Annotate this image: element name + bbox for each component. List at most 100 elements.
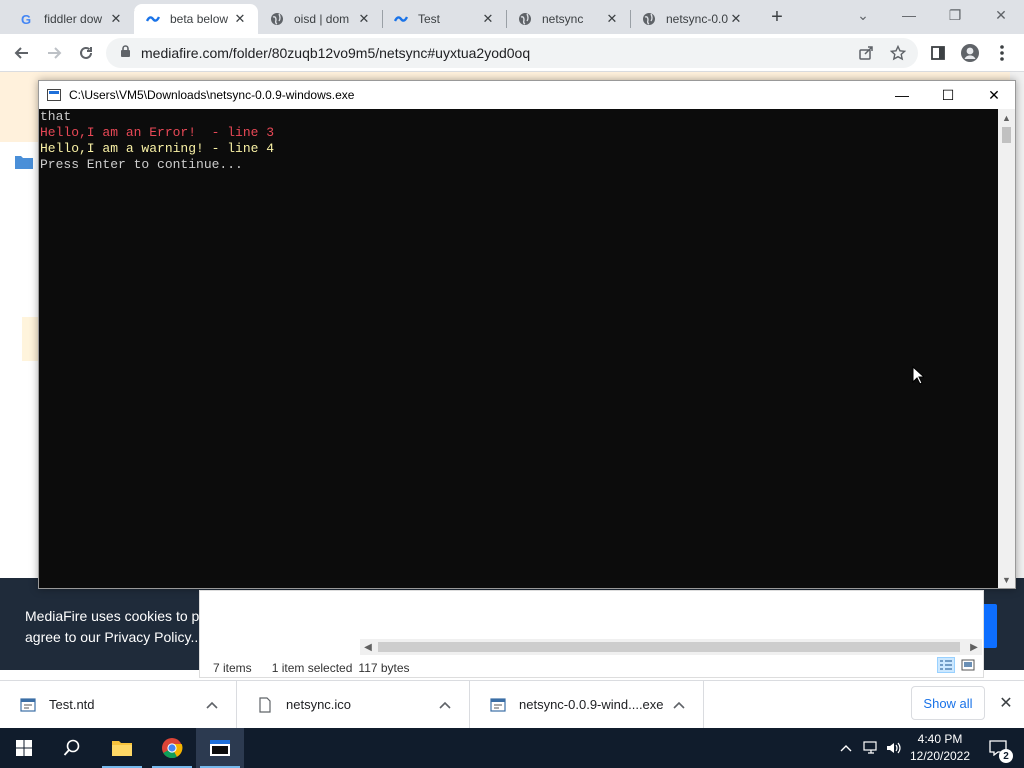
exe-icon: [490, 697, 506, 713]
download-shelf: Test.ntd netsync.ico netsync-0.0.9-wind.…: [0, 680, 1024, 728]
console-minimize-icon[interactable]: —: [879, 81, 925, 109]
download-name: Test.ntd: [49, 697, 95, 712]
close-window-icon[interactable]: ✕: [978, 0, 1024, 30]
selection-count: 1 item selected: [271, 661, 353, 675]
tab-search-icon[interactable]: ⌄: [840, 0, 886, 30]
horizontal-scrollbar[interactable]: ◀ ▶: [360, 639, 982, 655]
mouse-cursor-icon: [912, 365, 926, 388]
globe-icon: [270, 12, 284, 26]
scroll-up-icon[interactable]: ▲: [998, 109, 1015, 126]
large-icons-view-icon[interactable]: [959, 657, 977, 673]
clock-time: 4:40 PM: [917, 732, 963, 746]
svg-text:G: G: [21, 12, 31, 26]
tab-title: beta below: [170, 12, 229, 26]
tab-title: fiddler dow: [44, 12, 103, 26]
tab-title: Test: [418, 12, 441, 26]
tab-title: netsync-0.0: [666, 12, 728, 26]
close-icon[interactable]: ✕: [108, 11, 124, 27]
scroll-thumb[interactable]: [1002, 127, 1011, 143]
chevron-up-icon[interactable]: [836, 728, 856, 768]
download-item-netsync-ico[interactable]: netsync.ico: [237, 681, 470, 728]
tab-netsync-download[interactable]: netsync-0.0 ✕: [630, 4, 754, 34]
browser-toolbar: mediafire.com/folder/80zuqb12vo9m5/netsy…: [0, 34, 1024, 72]
start-button[interactable]: [0, 728, 48, 768]
file-icon: [257, 696, 273, 713]
share-icon[interactable]: [854, 41, 878, 65]
view-toggle: [937, 657, 977, 673]
tab-title: oisd | dom: [294, 12, 350, 26]
address-bar[interactable]: mediafire.com/folder/80zuqb12vo9m5/netsy…: [106, 38, 918, 68]
close-icon[interactable]: ✕: [728, 11, 744, 27]
console-output[interactable]: that Hello,I am an Error! - line 3 Hello…: [39, 109, 999, 588]
console-window[interactable]: C:\Users\VM5\Downloads\netsync-0.0.9-win…: [38, 80, 1016, 589]
document-icon: [20, 697, 36, 713]
restore-icon[interactable]: ❐: [932, 0, 978, 30]
tab-fiddler[interactable]: G fiddler dow ✕: [8, 4, 134, 34]
network-icon[interactable]: [860, 728, 882, 768]
windows-taskbar: 4:40 PM 12/20/2022 2: [0, 728, 1024, 768]
console-line-error: Hello,I am an Error! - line 3: [40, 125, 275, 140]
side-panel-icon[interactable]: [926, 41, 950, 65]
volume-icon[interactable]: [884, 728, 904, 768]
reload-icon[interactable]: [74, 41, 98, 65]
minimize-icon[interactable]: —: [886, 0, 932, 30]
forward-icon[interactable]: [42, 41, 66, 65]
new-tab-button[interactable]: +: [766, 6, 788, 28]
globe-icon: [518, 12, 532, 26]
tab-title: netsync: [542, 12, 584, 26]
highlight-row: [22, 317, 38, 361]
scroll-left-icon[interactable]: ◀: [360, 639, 376, 655]
file-explorer-icon[interactable]: [98, 728, 146, 768]
console-maximize-icon[interactable]: ☐: [925, 81, 971, 109]
notification-center-icon[interactable]: 2: [980, 728, 1016, 768]
tab-netsync[interactable]: netsync ✕: [506, 4, 630, 34]
tab-test[interactable]: Test ✕: [382, 4, 506, 34]
console-close-icon[interactable]: ✕: [971, 81, 1017, 109]
system-clock[interactable]: 4:40 PM 12/20/2022: [905, 731, 975, 765]
console-app-icon: [47, 89, 61, 101]
clock-date: 12/20/2022: [909, 749, 971, 763]
tab-oisd[interactable]: oisd | dom ✕: [258, 4, 382, 34]
console-scrollbar[interactable]: ▲ ▼: [998, 109, 1015, 588]
google-icon: G: [20, 12, 34, 26]
close-icon[interactable]: ✕: [480, 11, 496, 27]
details-view-icon[interactable]: [937, 657, 955, 673]
download-item-test-ntd[interactable]: Test.ntd: [0, 681, 237, 728]
chevron-up-icon[interactable]: [669, 701, 689, 709]
scroll-down-icon[interactable]: ▼: [998, 571, 1015, 588]
profile-avatar-icon[interactable]: [958, 41, 982, 65]
scroll-right-icon[interactable]: ▶: [966, 639, 982, 655]
download-item-netsync-exe[interactable]: netsync-0.0.9-wind....exe: [470, 681, 704, 728]
tab-beta-below[interactable]: beta below ✕: [134, 4, 258, 34]
item-count: 7 items: [213, 661, 252, 675]
back-icon[interactable]: [10, 41, 34, 65]
cookie-text-line1: MediaFire uses cookies to pr: [25, 608, 204, 624]
tab-strip: G fiddler dow ✕ beta below ✕ oisd | dom …: [0, 0, 1024, 34]
globe-icon: [642, 12, 656, 26]
chevron-up-icon[interactable]: [435, 701, 455, 709]
menu-kebab-icon[interactable]: [990, 41, 1014, 65]
cookie-text-line2: agree to our Privacy Policy..: [25, 629, 199, 645]
close-shelf-icon[interactable]: ✕: [996, 691, 1016, 715]
console-taskbar-icon[interactable]: [196, 728, 244, 768]
show-all-button[interactable]: Show all: [911, 686, 985, 720]
close-icon[interactable]: ✕: [232, 11, 248, 27]
explorer-status-bar: 7 items 1 item selected 117 bytes: [213, 661, 410, 675]
selection-size: 117 bytes: [358, 661, 410, 675]
chrome-icon[interactable]: [148, 728, 196, 768]
lock-icon: [120, 45, 131, 61]
url-text: mediafire.com/folder/80zuqb12vo9m5/netsy…: [141, 45, 531, 61]
file-explorer-window: ◀ ▶ 7 items 1 item selected 117 bytes: [199, 590, 984, 678]
download-name: netsync.ico: [286, 697, 352, 712]
scroll-thumb[interactable]: [378, 642, 960, 652]
chevron-up-icon[interactable]: [202, 701, 222, 709]
console-line-prompt: Press Enter to continue...: [40, 157, 243, 172]
console-titlebar[interactable]: C:\Users\VM5\Downloads\netsync-0.0.9-win…: [39, 81, 1015, 109]
close-icon[interactable]: ✕: [604, 11, 620, 27]
console-line-warning: Hello,I am a warning! - line 4: [40, 141, 275, 156]
notification-count-badge: 2: [999, 749, 1013, 763]
search-icon[interactable]: [48, 728, 96, 768]
bookmark-star-icon[interactable]: [886, 41, 910, 65]
windows-logo-icon: [16, 740, 32, 756]
close-icon[interactable]: ✕: [356, 11, 372, 27]
